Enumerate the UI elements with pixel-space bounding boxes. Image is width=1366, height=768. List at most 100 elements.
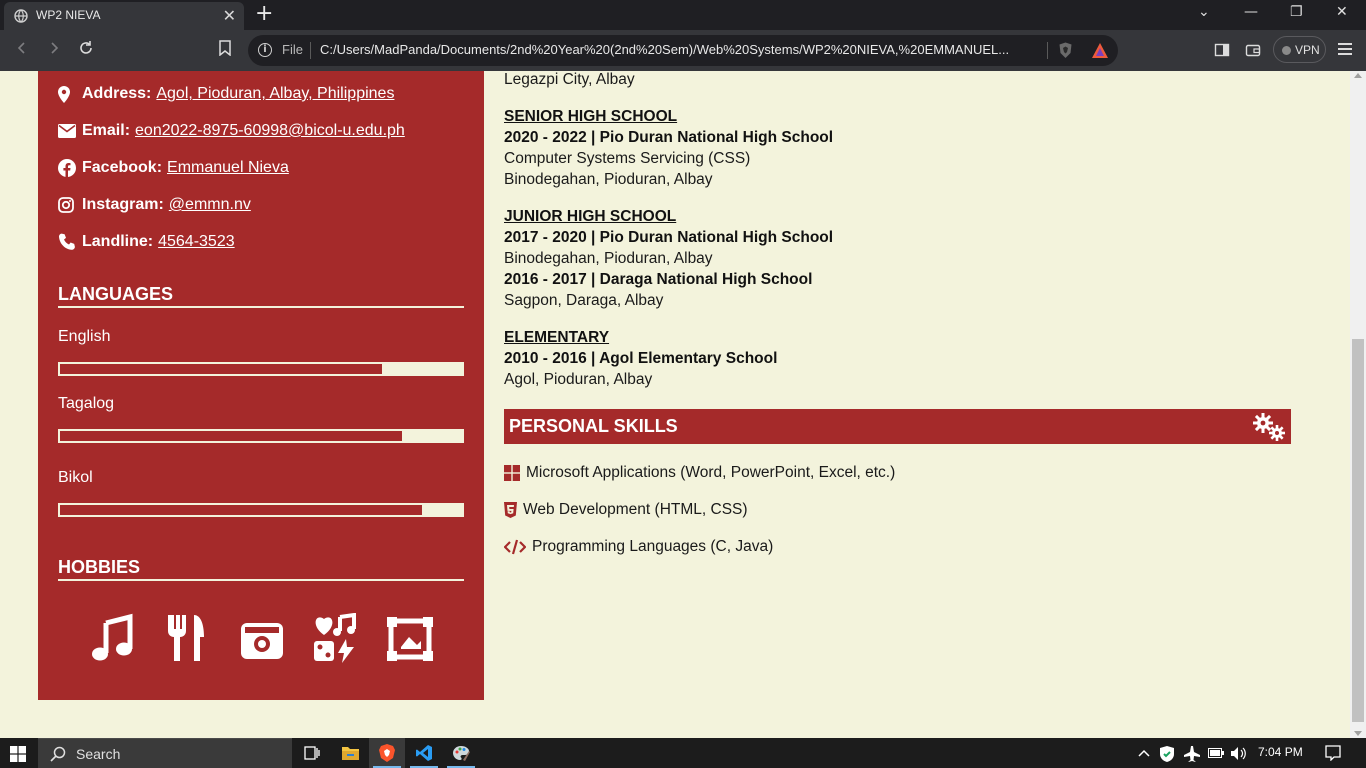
skill-text: Web Development (HTML, CSS) [523,501,748,518]
palette-icon [453,746,470,761]
contact-label: Landline: [82,233,154,250]
instagram-link[interactable]: @emmn.nv [169,196,251,214]
languages-heading: LANGUAGES [58,284,464,308]
picture-frame-icon [387,617,433,661]
close-window-button[interactable]: ✕ [1336,4,1348,20]
contact-landline: Landline: 4564-3523 [58,230,235,254]
skill-item: Programming Languages (C, Java) [504,535,773,559]
heart-music-gaming-icon [314,613,356,663]
senior-high-title: 2020 - 2022 | Pio Duran National High Sc… [504,129,834,146]
language-progress-fill [60,505,422,515]
hobbies-heading: HOBBIES [58,557,464,581]
personal-skills-title: PERSONAL SKILLS [509,416,678,436]
browser-tab-bar: WP2 NIEVA ✕ + ⌄ — ❐ ✕ [0,0,1366,30]
bookmark-button[interactable] [218,40,232,61]
resume-sidebar: Address: Agol, Pioduran, Albay, Philippi… [38,71,484,700]
search-placeholder: Search [76,746,121,762]
elementary-heading: ELEMENTARY [504,329,610,346]
utensils-icon [168,615,204,661]
search-icon [50,746,66,762]
address-bar[interactable]: i File C:/Users/MadPanda/Documents/2nd%2… [248,35,1118,66]
taskbar-search[interactable]: Search [38,738,292,768]
contact-instagram: Instagram: @emmn.nv [58,193,251,217]
map-pin-icon [58,85,78,103]
senior-high-location: Binodegahan, Pioduran, Albay [504,171,713,188]
airplane-mode-icon[interactable] [1184,746,1200,762]
html5-icon [504,502,517,518]
contact-facebook: Facebook: Emmanuel Nieva [58,156,289,180]
language-progress-fill [60,364,382,374]
volume-icon[interactable] [1231,747,1247,760]
browser-toolbar: i File C:/Users/MadPanda/Documents/2nd%2… [0,30,1366,71]
browser-menu-button[interactable] [1338,43,1352,58]
reload-icon [80,41,92,54]
battery-icon[interactable] [1208,748,1224,758]
arrow-left-icon [17,42,25,54]
paint-app-button[interactable] [443,738,479,768]
globe-icon [14,9,28,23]
instagram-icon [58,196,78,214]
windows-taskbar: Search 7:04 PM [0,738,1366,768]
contact-email: Email: eon2022-8975-60998@bicol-u.edu.ph [58,119,405,143]
address-link[interactable]: Agol, Pioduran, Albay, Philippines [156,85,394,103]
reload-button[interactable] [78,40,94,61]
music-note-icon [92,613,133,661]
elementary-location: Agol, Pioduran, Albay [504,371,653,388]
windows-start-icon[interactable] [10,746,26,762]
minimize-button[interactable]: — [1244,4,1258,20]
language-name: English [58,328,111,345]
tray-overflow-chevron-icon[interactable] [1138,748,1150,758]
skill-text: Programming Languages (C, Java) [532,538,774,555]
tab-close-button[interactable]: ✕ [223,6,236,25]
skill-text: Microsoft Applications (Word, PowerPoint… [526,464,896,481]
junior-high-heading: JUNIOR HIGH SCHOOL [504,208,677,225]
url-text[interactable]: C:/Users/MadPanda/Documents/2nd%20Year%2… [320,42,1042,57]
forward-button[interactable] [46,40,62,61]
vpn-button[interactable]: VPN [1273,36,1326,63]
windows-icon [504,465,520,481]
contact-label: Email: [82,122,131,139]
contact-label: Address: [82,85,152,102]
elementary-title: 2010 - 2016 | Agol Elementary School [504,350,778,367]
vpn-status-dot [1282,46,1291,55]
scroll-thumb[interactable] [1352,339,1364,722]
info-icon[interactable]: i [258,43,272,57]
facebook-icon [58,159,78,177]
envelope-icon [58,122,78,140]
notification-center-icon[interactable] [1325,745,1341,761]
language-progress-bar [58,429,464,443]
url-scheme-label: File [282,42,303,57]
restore-button[interactable]: ❐ [1290,4,1303,20]
brave-browser-button[interactable] [369,738,405,768]
new-tab-button[interactable]: + [255,1,273,26]
page-viewport: Address: Agol, Pioduran, Albay, Philippi… [0,71,1350,738]
contact-label: Facebook: [82,159,163,176]
scroll-down-arrow-icon[interactable] [1354,731,1362,736]
college-location: Legazpi City, Albay [504,71,635,88]
brave-shields-icon[interactable] [1058,42,1073,59]
system-clock[interactable]: 7:04 PM [1258,745,1303,759]
landline-link[interactable]: 4564-3523 [158,233,235,251]
bookmark-icon [219,40,231,57]
senior-high-heading: SENIOR HIGH SCHOOL [504,108,678,125]
language-progress-bar [58,362,464,376]
email-link[interactable]: eon2022-8975-60998@bicol-u.edu.ph [135,122,405,140]
scroll-up-arrow-icon[interactable] [1354,73,1362,78]
senior-high-strand: Computer Systems Servicing (CSS) [504,150,751,167]
back-button[interactable] [14,40,30,61]
facebook-link[interactable]: Emmanuel Nieva [167,159,289,177]
browser-tab[interactable]: WP2 NIEVA ✕ [4,2,244,30]
page-scrollbar[interactable] [1350,71,1366,738]
file-explorer-button[interactable] [332,738,368,768]
vscode-button[interactable] [406,738,442,768]
brave-rewards-icon[interactable] [1091,42,1109,59]
windows-security-icon[interactable] [1160,746,1174,762]
sidebar-toggle-icon[interactable] [1214,42,1230,58]
arrow-right-icon [51,42,59,54]
task-view-button[interactable] [294,738,330,768]
junior-high-title: 2016 - 2017 | Daraga National High Schoo… [504,271,813,288]
gears-icon [1253,413,1285,441]
junior-high-location: Binodegahan, Pioduran, Albay [504,250,713,267]
wallet-icon[interactable] [1245,42,1261,58]
tab-search-dropdown-button[interactable]: ⌄ [1198,4,1210,20]
